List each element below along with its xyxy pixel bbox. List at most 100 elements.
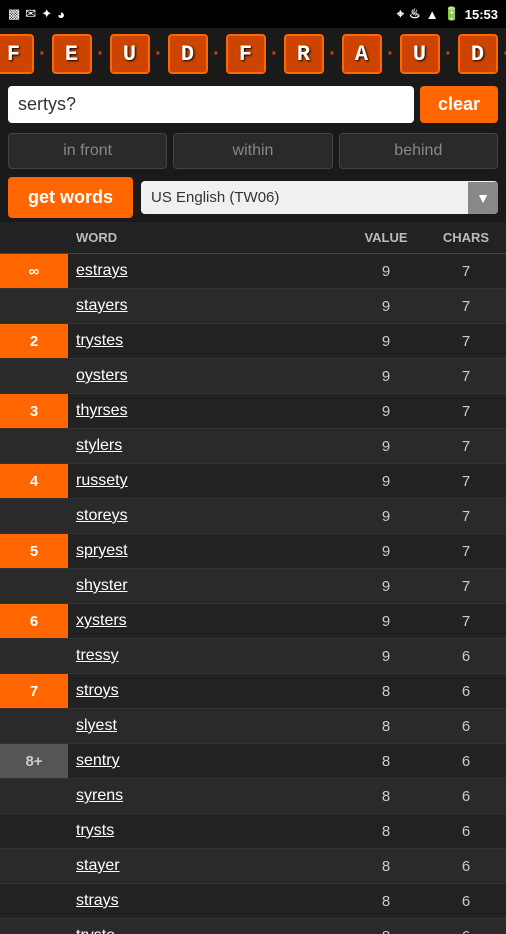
row-badge (0, 779, 68, 813)
table-body: ∞ estrays 9 7 stayers 9 7 2 trystes 9 7 … (0, 254, 506, 934)
row-chars: 7 (426, 438, 506, 455)
row-word[interactable]: stylers (68, 437, 346, 455)
row-value: 8 (346, 718, 426, 735)
row-chars: 7 (426, 403, 506, 420)
bluetooth-icon: ⌖ (397, 6, 404, 22)
status-icons-right: ⌖ ♨ ▲ 🔋 15:53 (397, 6, 498, 22)
row-chars: 6 (426, 718, 506, 735)
in-front-button[interactable]: in front (8, 133, 167, 169)
row-word[interactable]: syrens (68, 787, 346, 805)
table-header: WORD VALUE CHARS (0, 222, 506, 254)
row-badge (0, 359, 68, 393)
table-row: trysts 8 6 (0, 814, 506, 849)
row-value: 9 (346, 543, 426, 560)
row-chars: 6 (426, 788, 506, 805)
row-badge: 6 (0, 604, 68, 638)
language-select-input[interactable]: US English (TW06) UK English (141, 181, 468, 214)
row-value: 9 (346, 613, 426, 630)
table-row: storeys 9 7 (0, 499, 506, 534)
row-chars: 6 (426, 858, 506, 875)
table-row: shyster 9 7 (0, 569, 506, 604)
row-chars: 6 (426, 648, 506, 665)
row-word[interactable]: trysts (68, 822, 346, 840)
row-badge (0, 709, 68, 743)
row-chars: 7 (426, 613, 506, 630)
action-row: get words US English (TW06) UK English ▼ (0, 173, 506, 222)
row-value: 8 (346, 928, 426, 934)
table-row: ∞ estrays 9 7 (0, 254, 506, 289)
logo-dot-6: · (327, 34, 339, 74)
th-badge (0, 226, 68, 249)
status-icons-left: ▩ ✉ ✦ ◕ (8, 6, 65, 22)
th-word: WORD (68, 226, 346, 249)
logo-dot-7: · (385, 34, 397, 74)
row-value: 9 (346, 438, 426, 455)
row-word[interactable]: strays (68, 892, 346, 910)
language-selector[interactable]: US English (TW06) UK English ▼ (141, 181, 498, 214)
logo-tile-d2: D (458, 34, 498, 74)
row-word[interactable]: stayers (68, 297, 346, 315)
logo-tile-r: R (284, 34, 324, 74)
row-word[interactable]: trystes (68, 332, 346, 350)
row-word[interactable]: stroys (68, 682, 346, 700)
row-word[interactable]: tryste (68, 927, 346, 934)
row-badge (0, 639, 68, 673)
row-value: 9 (346, 578, 426, 595)
get-words-button[interactable]: get words (8, 177, 133, 218)
logo-dot-8: · (443, 34, 455, 74)
row-chars: 7 (426, 578, 506, 595)
row-word[interactable]: storeys (68, 507, 346, 525)
row-value: 8 (346, 753, 426, 770)
row-chars: 7 (426, 473, 506, 490)
row-value: 9 (346, 333, 426, 350)
row-badge: 4 (0, 464, 68, 498)
row-word[interactable]: xysters (68, 612, 346, 630)
row-word[interactable]: russety (68, 472, 346, 490)
usb-icon: ✦ (41, 6, 52, 22)
row-word[interactable]: stayer (68, 857, 346, 875)
logo-tile-u: U (110, 34, 150, 74)
logo-dot-5: · (269, 34, 281, 74)
row-value: 9 (346, 263, 426, 280)
row-word[interactable]: shyster (68, 577, 346, 595)
th-chars: CHARS (426, 226, 506, 249)
row-badge (0, 289, 68, 323)
row-word[interactable]: estrays (68, 262, 346, 280)
table-row: 8+ sentry 8 6 (0, 744, 506, 779)
row-word[interactable]: spryest (68, 542, 346, 560)
row-word[interactable]: tressy (68, 647, 346, 665)
table-row: oysters 9 7 (0, 359, 506, 394)
row-value: 9 (346, 648, 426, 665)
row-word[interactable]: sentry (68, 752, 346, 770)
table-row: stylers 9 7 (0, 429, 506, 464)
logo-tile-e: E (52, 34, 92, 74)
row-badge (0, 569, 68, 603)
row-word[interactable]: thyrses (68, 402, 346, 420)
row-word[interactable]: oysters (68, 367, 346, 385)
logo-tile-f2: F (226, 34, 266, 74)
row-chars: 7 (426, 333, 506, 350)
row-badge: 2 (0, 324, 68, 358)
row-badge (0, 919, 68, 934)
signal-icon: ▲ (426, 7, 439, 22)
within-button[interactable]: within (173, 133, 332, 169)
row-value: 9 (346, 298, 426, 315)
behind-button[interactable]: behind (339, 133, 498, 169)
table-row: strays 8 6 (0, 884, 506, 919)
table-row: stayer 8 6 (0, 849, 506, 884)
filter-row: in front within behind (0, 129, 506, 173)
clear-button[interactable]: clear (420, 86, 498, 123)
row-chars: 7 (426, 298, 506, 315)
row-badge: 8+ (0, 744, 68, 778)
row-chars: 6 (426, 753, 506, 770)
table-row: 4 russety 9 7 (0, 464, 506, 499)
row-badge (0, 429, 68, 463)
row-value: 9 (346, 403, 426, 420)
table-row: slyest 8 6 (0, 709, 506, 744)
logo-bar: F · E · U · D · F · R · A · U · D · (0, 28, 506, 80)
search-input[interactable] (8, 86, 414, 123)
row-chars: 7 (426, 368, 506, 385)
row-badge: 7 (0, 674, 68, 708)
row-word[interactable]: slyest (68, 717, 346, 735)
row-value: 9 (346, 473, 426, 490)
